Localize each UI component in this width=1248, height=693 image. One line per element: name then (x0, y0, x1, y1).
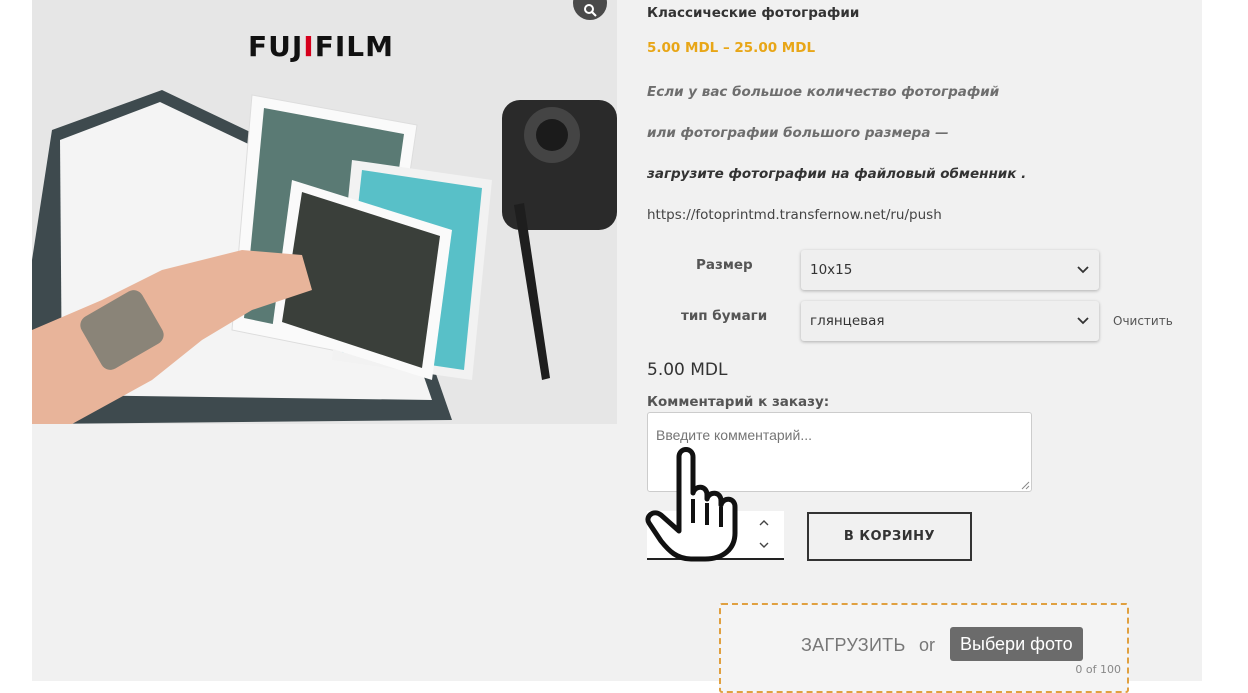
hand-pointer-icon (645, 447, 738, 562)
quantity-increase-button[interactable] (758, 518, 770, 528)
upload-count: 0 of 100 (1075, 663, 1121, 676)
paper-type-label: тип бумаги (681, 308, 768, 324)
fujifilm-logo: FUJIFILM (248, 30, 394, 63)
chevron-up-icon (759, 520, 769, 526)
photo-upload-dropzone[interactable]: ЗАГРУЗИТЬ or Выбери фото 0 of 100 (719, 603, 1129, 693)
chevron-down-icon (759, 542, 769, 548)
product-title: Классические фотографии (647, 5, 860, 21)
magnifier-icon (584, 4, 597, 17)
upload-label: ЗАГРУЗИТЬ (801, 635, 906, 655)
clear-options-link[interactable]: Очистить (1113, 314, 1173, 328)
resize-grip-icon[interactable] (1021, 481, 1030, 490)
paper-type-select-value: глянцевая (810, 313, 885, 329)
upload-or-label: or (919, 635, 936, 655)
unit-price: 5.00 MDL (647, 360, 728, 380)
chevron-down-icon (1077, 317, 1089, 325)
size-select-value: 10x15 (810, 262, 853, 278)
product-image[interactable]: FUJIFILM (32, 0, 617, 424)
note-line-1: Если у вас большое количество фотографий (647, 84, 1000, 100)
size-select[interactable]: 10x15 (801, 250, 1099, 290)
note-line-2: или фотографии большого размера — (647, 125, 949, 141)
note-line-3: загрузите фотографии на файловый обменни… (647, 166, 1027, 182)
chevron-down-icon (1077, 266, 1089, 274)
file-share-link[interactable]: https://fotoprintmd.transfernow.net/ru/p… (647, 207, 942, 223)
product-photo-illustration (32, 0, 617, 424)
add-to-cart-button[interactable]: В КОРЗИНУ (807, 512, 972, 561)
choose-photo-label: Выбери фото (960, 633, 1073, 654)
size-label: Размер (696, 257, 753, 273)
paper-type-select[interactable]: глянцевая (801, 301, 1099, 341)
quantity-decrease-button[interactable] (758, 540, 770, 550)
price-range: 5.00 MDL – 25.00 MDL (647, 40, 816, 56)
choose-photo-button[interactable]: Выбери фото (950, 627, 1083, 661)
add-to-cart-label: В КОРЗИНУ (843, 529, 936, 544)
comment-label: Комментарий к заказу: (647, 394, 830, 410)
